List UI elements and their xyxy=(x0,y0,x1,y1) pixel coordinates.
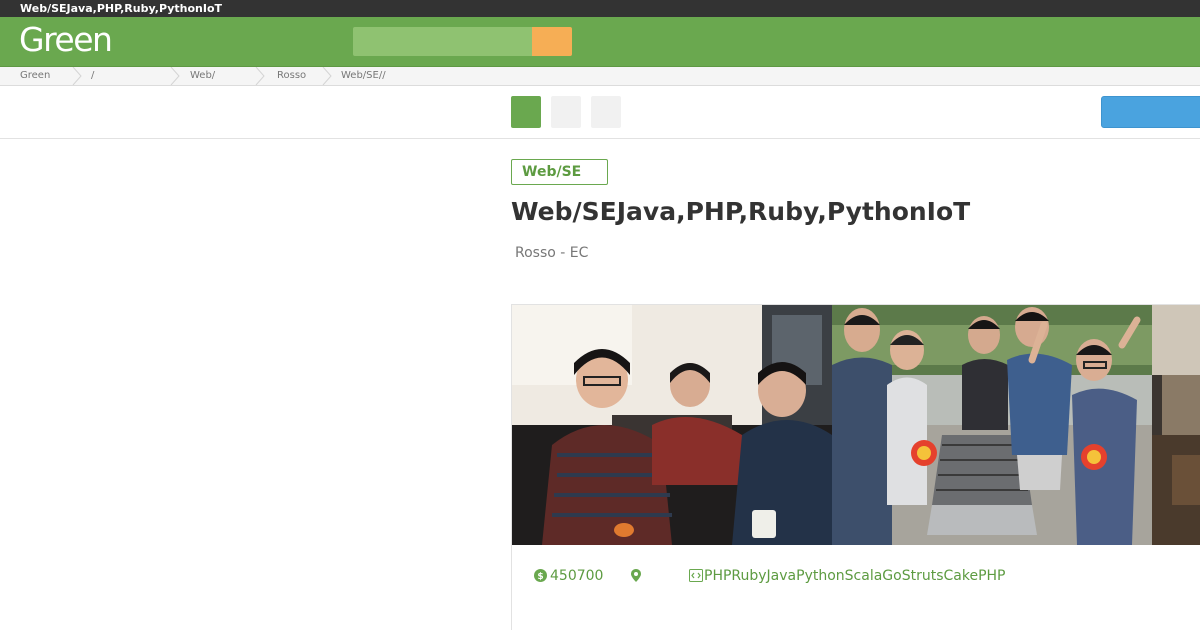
tabs-bar xyxy=(0,86,1200,139)
tab-3[interactable] xyxy=(591,96,621,128)
team-photo-bbq xyxy=(832,305,1152,545)
job-card: $ 450700 PHPRubyJavaPythonScalaGoStrutsC… xyxy=(511,304,1200,630)
company-line: Rosso - EC xyxy=(515,245,589,261)
breadcrumb-item-home[interactable]: Green xyxy=(20,70,50,82)
photo-gallery[interactable] xyxy=(512,305,1200,545)
svg-text:$: $ xyxy=(537,572,543,582)
yen-coin-icon: $ xyxy=(534,569,547,586)
top-bar: Web/SEJava,PHP,Ruby,PythonIoT xyxy=(0,0,1200,17)
breadcrumb: Green / Web/ Rosso Web/SE// xyxy=(0,67,1200,86)
breadcrumb-separator xyxy=(170,67,180,85)
tab-2[interactable] xyxy=(551,96,581,128)
skills-value: PHPRubyJavaPythonScalaGoStrutsCakePHP xyxy=(704,568,1006,584)
code-icon xyxy=(689,569,703,586)
apply-button[interactable] xyxy=(1101,96,1200,128)
category-tag: Web/SE xyxy=(511,159,608,185)
site-header: Green xyxy=(0,17,1200,67)
salary-value: 450700 xyxy=(550,568,604,584)
team-photo-indoor xyxy=(512,305,832,545)
team-photo-office xyxy=(1152,305,1200,545)
breadcrumb-item-company[interactable]: Rosso xyxy=(277,70,306,82)
breadcrumb-separator xyxy=(255,67,265,85)
search-button[interactable] xyxy=(532,27,572,56)
logo[interactable]: Green xyxy=(19,20,113,60)
page-title-bar: Web/SEJava,PHP,Ruby,PythonIoT xyxy=(20,2,223,15)
breadcrumb-item-current: Web/SE// xyxy=(341,70,386,81)
breadcrumb-item-3[interactable]: Web/ xyxy=(190,70,215,82)
search-input[interactable] xyxy=(353,27,532,56)
breadcrumb-item-2[interactable]: / xyxy=(91,70,94,82)
tab-1[interactable] xyxy=(511,96,541,128)
map-pin-icon xyxy=(631,569,641,586)
breadcrumb-separator xyxy=(72,67,82,85)
breadcrumb-separator xyxy=(322,67,332,85)
job-title: Web/SEJava,PHP,Ruby,PythonIoT xyxy=(511,197,971,226)
job-info-row: $ 450700 PHPRubyJavaPythonScalaGoStrutsC… xyxy=(512,567,1200,587)
logo-text: Green xyxy=(19,20,113,59)
